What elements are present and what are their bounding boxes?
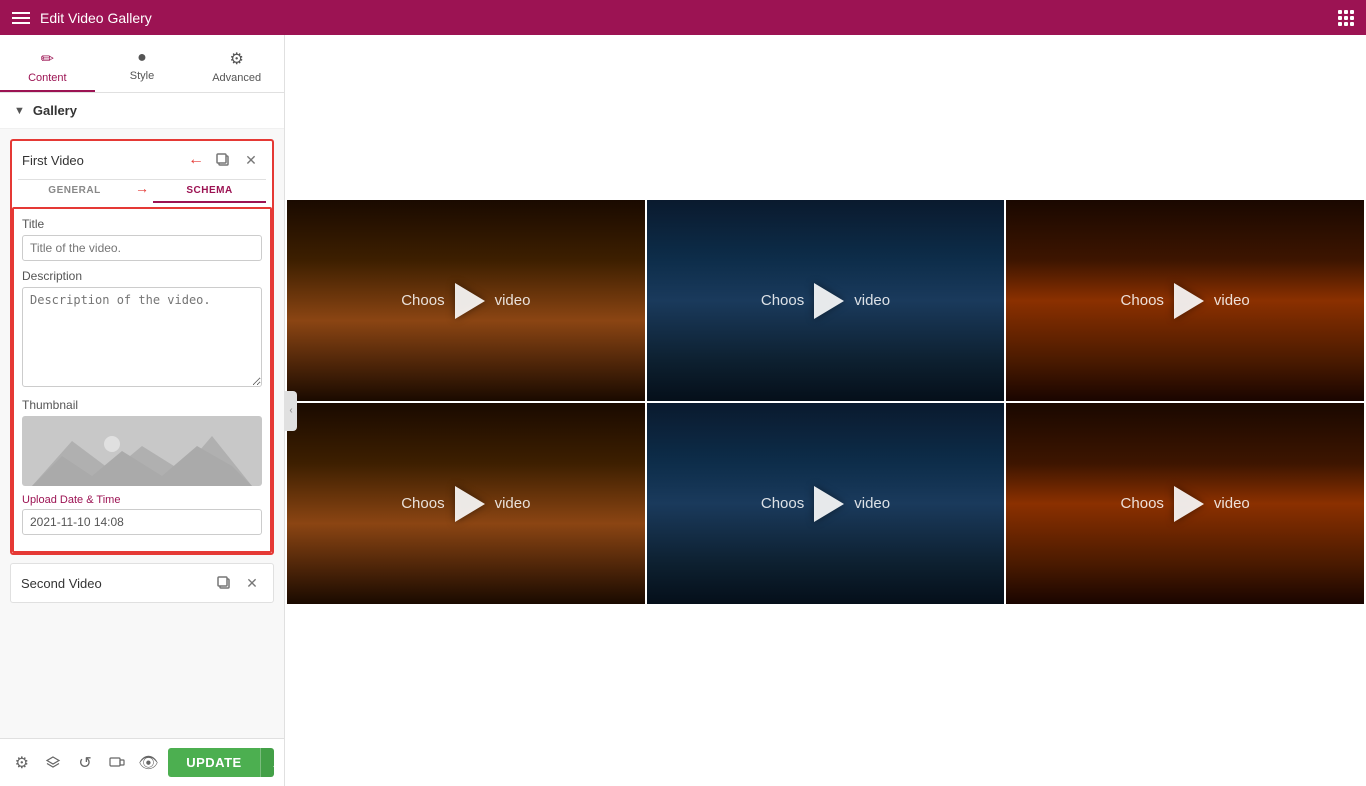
- choose-text-4-left: Choos: [401, 495, 444, 512]
- choose-text-6-right: video: [1214, 495, 1250, 512]
- content-tab-icon: ✏: [41, 49, 54, 69]
- sidebar-content: First Video ← ✕ GENERAL →: [0, 129, 284, 738]
- thumbnail-upload-area[interactable]: [22, 416, 262, 486]
- play-triangle-3: [1174, 283, 1204, 319]
- schema-fields: Title Description Thumbnail: [12, 207, 272, 553]
- choose-text-1-left: Choos: [401, 292, 444, 309]
- undo-icon[interactable]: ↺: [73, 749, 97, 777]
- schema-arrow-icon: →: [135, 180, 149, 203]
- responsive-icon[interactable]: [105, 749, 129, 777]
- choose-text-6-left: Choos: [1121, 495, 1164, 512]
- play-btn-1: [445, 276, 495, 326]
- first-video-copy-btn[interactable]: [212, 149, 234, 171]
- play-overlay-4: Choos video: [287, 403, 645, 604]
- second-video-header: Second Video ✕: [11, 564, 273, 602]
- play-triangle-2: [814, 283, 844, 319]
- settings-icon[interactable]: ⚙: [10, 749, 34, 777]
- play-triangle-5: [814, 486, 844, 522]
- update-btn-group: UPDATE ▲: [168, 748, 274, 777]
- first-video-card: First Video ← ✕ GENERAL →: [10, 139, 274, 555]
- play-overlay-6: Choos video: [1006, 403, 1364, 604]
- choose-text-1-right: video: [495, 292, 531, 309]
- gallery-section-header[interactable]: ▼ Gallery: [0, 93, 284, 129]
- grid-menu-icon[interactable]: [1338, 10, 1354, 26]
- tab-general[interactable]: GENERAL: [18, 180, 131, 203]
- video-grid: Choos video Choos video: [285, 35, 1366, 606]
- tab-style-label: Style: [130, 70, 154, 82]
- top-bar: Edit Video Gallery: [0, 0, 1366, 35]
- play-triangle-4: [455, 486, 485, 522]
- style-tab-icon: ●: [137, 49, 147, 67]
- eye-icon[interactable]: 👁: [137, 749, 161, 777]
- first-video-close-btn[interactable]: ✕: [240, 149, 262, 171]
- first-video-label: First Video: [22, 153, 182, 168]
- hamburger-menu-icon[interactable]: [12, 12, 30, 24]
- gallery-collapse-arrow: ▼: [14, 105, 25, 117]
- title-input[interactable]: [22, 235, 262, 261]
- tab-content-label: Content: [28, 72, 67, 84]
- upload-date-label: Upload Date & Time: [22, 494, 262, 506]
- tab-style[interactable]: ● Style: [95, 43, 190, 92]
- red-arrow-icon: ←: [188, 151, 204, 169]
- choose-text-5-left: Choos: [761, 495, 804, 512]
- play-btn-6: [1164, 479, 1214, 529]
- play-btn-4: [445, 479, 495, 529]
- second-video-copy-btn[interactable]: [213, 572, 235, 594]
- play-overlay-3: Choos video: [1006, 200, 1364, 401]
- description-field-group: Description: [22, 269, 262, 390]
- thumbnail-field-group: Thumbnail: [22, 398, 262, 486]
- tab-advanced[interactable]: ⚙ Advanced: [189, 43, 284, 92]
- video-cell-1[interactable]: Choos video: [287, 200, 645, 401]
- gallery-section-label: Gallery: [33, 103, 77, 118]
- layers-icon[interactable]: [42, 749, 66, 777]
- update-dropdown-btn[interactable]: ▲: [260, 748, 274, 777]
- choose-text-3-left: Choos: [1121, 292, 1164, 309]
- choose-text-2-left: Choos: [761, 292, 804, 309]
- choose-text-3-right: video: [1214, 292, 1250, 309]
- play-btn-2: [804, 276, 854, 326]
- play-btn-3: [1164, 276, 1214, 326]
- thumbnail-label: Thumbnail: [22, 398, 262, 412]
- upload-date-field-group: Upload Date & Time 2021-11-10 14:08: [22, 494, 262, 535]
- advanced-tab-icon: ⚙: [230, 49, 244, 69]
- play-triangle-6: [1174, 486, 1204, 522]
- sidebar: ✏ Content ● Style ⚙ Advanced ▼ Gallery: [0, 35, 285, 786]
- bottom-toolbar: ⚙ ↺ 👁 UPDATE ▲: [0, 738, 284, 786]
- first-video-header: First Video ← ✕: [12, 141, 272, 179]
- upload-date-value: 2021-11-10 14:08: [22, 509, 262, 535]
- main-layout: ✏ Content ● Style ⚙ Advanced ▼ Gallery: [0, 35, 1366, 786]
- description-label: Description: [22, 269, 262, 283]
- tab-content[interactable]: ✏ Content: [0, 43, 95, 92]
- sidebar-wrapper: ✏ Content ● Style ⚙ Advanced ▼ Gallery: [0, 35, 285, 786]
- choose-text-2-right: video: [854, 292, 890, 309]
- schema-tabs: GENERAL → SCHEMA: [18, 179, 266, 203]
- play-triangle-1: [455, 283, 485, 319]
- play-overlay-5: Choos video: [647, 403, 1005, 604]
- second-video-card: Second Video ✕: [10, 563, 274, 603]
- description-textarea[interactable]: [22, 287, 262, 387]
- title-field-group: Title: [22, 217, 262, 261]
- second-video-label: Second Video: [21, 576, 207, 591]
- play-btn-5: [804, 479, 854, 529]
- update-button[interactable]: UPDATE: [168, 748, 259, 777]
- tab-advanced-label: Advanced: [212, 72, 261, 84]
- main-content: Choos video Choos video: [285, 35, 1366, 786]
- video-cell-2[interactable]: Choos video: [647, 200, 1005, 401]
- second-video-close-btn[interactable]: ✕: [241, 572, 263, 594]
- choose-text-4-right: video: [495, 495, 531, 512]
- video-cell-3[interactable]: Choos video: [1006, 200, 1364, 401]
- video-cell-6[interactable]: Choos video: [1006, 403, 1364, 604]
- choose-text-5-right: video: [854, 495, 890, 512]
- title-label: Title: [22, 217, 262, 231]
- play-overlay-1: Choos video: [287, 200, 645, 401]
- sidebar-collapse-handle[interactable]: ‹: [285, 391, 297, 431]
- video-cell-5[interactable]: Choos video: [647, 403, 1005, 604]
- page-title: Edit Video Gallery: [40, 10, 152, 26]
- play-overlay-2: Choos video: [647, 200, 1005, 401]
- tab-bar: ✏ Content ● Style ⚙ Advanced: [0, 35, 284, 93]
- video-cell-4[interactable]: Choos video: [287, 403, 645, 604]
- tab-schema[interactable]: SCHEMA: [153, 180, 266, 203]
